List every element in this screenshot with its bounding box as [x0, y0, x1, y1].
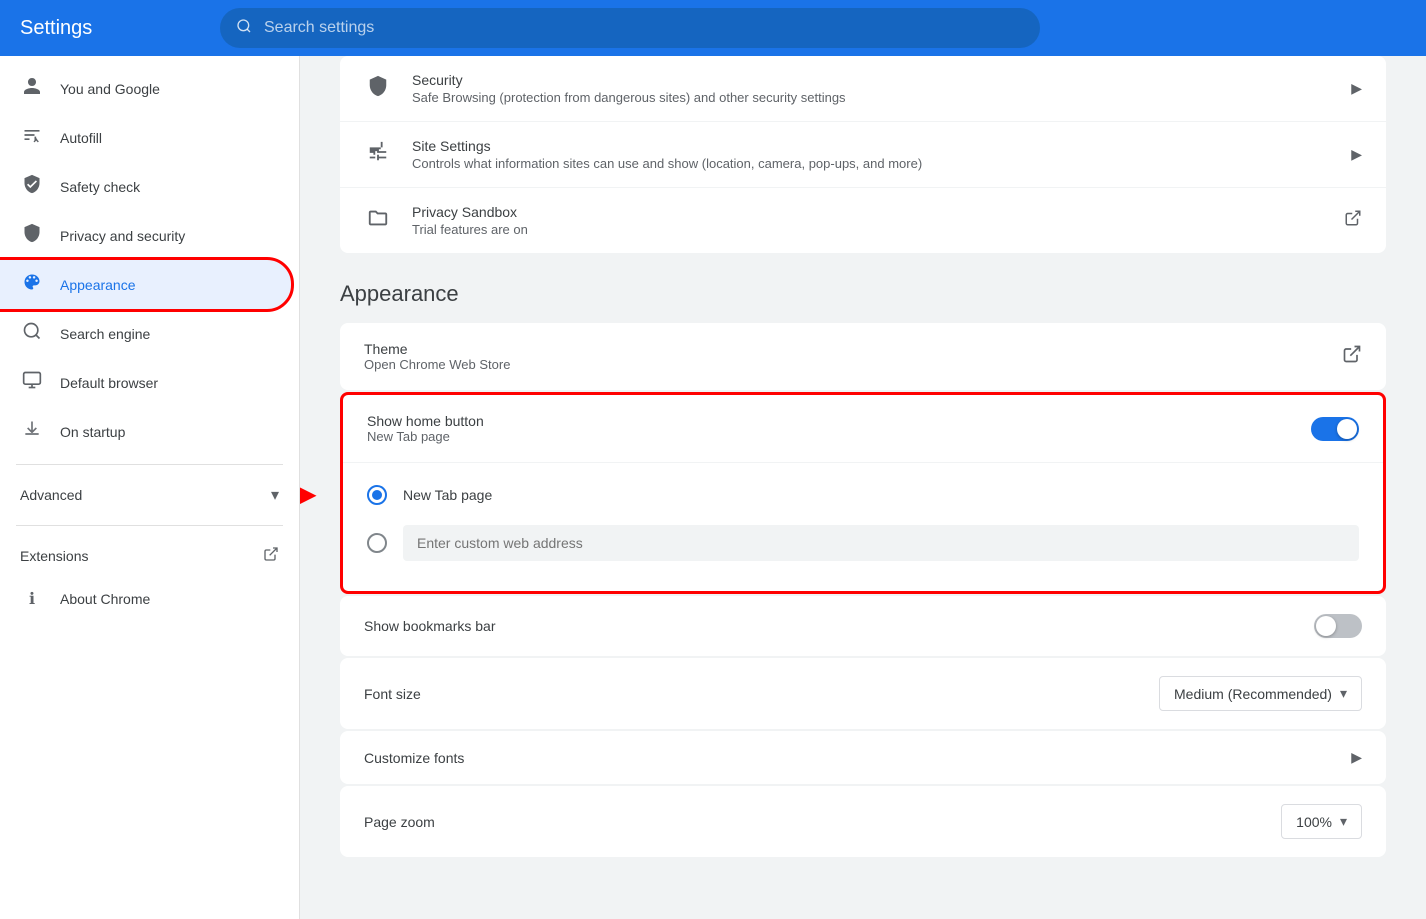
sidebar-extensions[interactable]: Extensions	[0, 534, 299, 577]
header: Settings	[0, 0, 1426, 56]
home-button-label: Show home button	[367, 413, 484, 429]
startup-icon	[20, 419, 44, 444]
search-input[interactable]	[264, 19, 1024, 37]
new-tab-radio[interactable]	[367, 485, 387, 505]
security-title: Security	[412, 72, 846, 88]
sidebar-item-autofill[interactable]: Autofill	[0, 113, 291, 162]
site-settings-subtitle: Controls what information sites can use …	[412, 156, 922, 171]
sidebar-label-on-startup: On startup	[60, 424, 125, 440]
bookmarks-bar-row[interactable]: Show bookmarks bar	[340, 596, 1386, 656]
custom-url-option[interactable]	[367, 515, 1359, 571]
site-settings-chevron: ▶	[1351, 146, 1362, 163]
custom-url-radio[interactable]	[367, 533, 387, 553]
customize-fonts-card: Customize fonts ▶	[340, 731, 1386, 784]
font-size-value: Medium (Recommended)	[1174, 686, 1332, 702]
sidebar-label-about-chrome: About Chrome	[60, 591, 150, 607]
bookmarks-bar-card: Show bookmarks bar	[340, 596, 1386, 656]
font-size-dropdown[interactable]: Medium (Recommended) ▾	[1159, 676, 1362, 711]
font-size-label: Font size	[364, 686, 421, 702]
sidebar-extensions-label: Extensions	[20, 548, 88, 564]
theme-card: Theme Open Chrome Web Store	[340, 323, 1386, 390]
search-engine-icon	[20, 321, 44, 346]
chevron-down-icon: ▾	[271, 485, 279, 505]
font-size-row[interactable]: Font size Medium (Recommended) ▾	[340, 658, 1386, 729]
page-zoom-dropdown[interactable]: 100% ▾	[1281, 804, 1362, 839]
about-chrome-icon: ℹ	[20, 589, 44, 609]
home-button-card: Show home button New Tab page New Tab pa…	[340, 392, 1386, 594]
bookmarks-bar-toggle[interactable]	[1314, 614, 1362, 638]
arrow-right-indicator: ▶	[300, 474, 317, 512]
bookmarks-bar-label: Show bookmarks bar	[364, 618, 496, 634]
sidebar-label-search-engine: Search engine	[60, 326, 150, 342]
sidebar-divider-2	[16, 525, 283, 526]
theme-row[interactable]: Theme Open Chrome Web Store	[340, 323, 1386, 390]
sidebar-item-you-and-google[interactable]: You and Google	[0, 64, 291, 113]
theme-label: Theme	[364, 341, 510, 357]
new-tab-option[interactable]: New Tab page	[367, 475, 1359, 515]
sidebar-item-privacy-and-security[interactable]: Privacy and security	[0, 211, 291, 260]
sidebar-label-appearance: Appearance	[60, 277, 136, 293]
site-settings-title: Site Settings	[412, 138, 922, 154]
page-zoom-row[interactable]: Page zoom 100% ▾	[340, 786, 1386, 857]
sidebar-advanced-label: Advanced	[20, 487, 82, 503]
home-button-section: ▶ Show home button New Tab page New Tab …	[340, 392, 1386, 594]
privacy-sandbox-extlink	[1344, 209, 1362, 232]
person-icon	[20, 76, 44, 101]
privacy-sandbox-subtitle: Trial features are on	[412, 222, 528, 237]
sidebar-label-autofill: Autofill	[60, 130, 102, 146]
new-tab-label: New Tab page	[403, 487, 492, 503]
search-icon	[236, 18, 252, 39]
home-button-row: Show home button New Tab page	[343, 395, 1383, 463]
search-bar[interactable]	[220, 8, 1040, 48]
appearance-icon	[20, 272, 44, 297]
custom-url-input[interactable]	[403, 525, 1359, 561]
sidebar-label-privacy: Privacy and security	[60, 228, 185, 244]
theme-sublabel: Open Chrome Web Store	[364, 357, 510, 372]
external-link-icon	[263, 546, 279, 565]
main-content: Security Safe Browsing (protection from …	[300, 56, 1426, 919]
security-row[interactable]: Security Safe Browsing (protection from …	[340, 56, 1386, 122]
sidebar-item-on-startup[interactable]: On startup	[0, 407, 291, 456]
sidebar: You and Google Autofill Safety check Pri…	[0, 56, 300, 919]
layout: You and Google Autofill Safety check Pri…	[0, 56, 1426, 919]
sidebar-item-search-engine[interactable]: Search engine	[0, 309, 291, 358]
sidebar-advanced[interactable]: Advanced ▾	[0, 473, 299, 517]
customize-fonts-row[interactable]: Customize fonts ▶	[340, 731, 1386, 784]
settings-title: Settings	[20, 17, 180, 40]
site-settings-icon	[364, 141, 392, 169]
privacy-icon	[20, 223, 44, 248]
autofill-icon	[20, 125, 44, 150]
font-size-card: Font size Medium (Recommended) ▾	[340, 658, 1386, 729]
page-zoom-card: Page zoom 100% ▾	[340, 786, 1386, 857]
sidebar-label-default-browser: Default browser	[60, 375, 158, 391]
safety-check-icon	[20, 174, 44, 199]
customize-fonts-chevron: ▶	[1351, 749, 1362, 766]
sidebar-item-about-chrome[interactable]: ℹ About Chrome	[0, 577, 291, 621]
home-button-toggle[interactable]	[1311, 417, 1359, 441]
customize-fonts-label: Customize fonts	[364, 750, 464, 766]
sidebar-label-safety-check: Safety check	[60, 179, 140, 195]
security-subtitle: Safe Browsing (protection from dangerous…	[412, 90, 846, 105]
font-size-chevron: ▾	[1340, 685, 1347, 702]
default-browser-icon	[20, 370, 44, 395]
sidebar-item-default-browser[interactable]: Default browser	[0, 358, 291, 407]
appearance-section-header: Appearance	[340, 281, 1386, 307]
home-button-options: New Tab page	[343, 463, 1383, 591]
site-settings-row[interactable]: Site Settings Controls what information …	[340, 122, 1386, 188]
sidebar-label-you-and-google: You and Google	[60, 81, 160, 97]
sidebar-item-safety-check[interactable]: Safety check	[0, 162, 291, 211]
security-icon	[364, 75, 392, 103]
security-chevron: ▶	[1351, 80, 1362, 97]
privacy-sandbox-icon	[364, 207, 392, 235]
page-zoom-chevron: ▾	[1340, 813, 1347, 830]
home-button-sublabel: New Tab page	[367, 429, 484, 444]
privacy-cards: Security Safe Browsing (protection from …	[340, 56, 1386, 253]
sidebar-divider	[16, 464, 283, 465]
sidebar-item-appearance[interactable]: Appearance ◀	[0, 260, 291, 309]
page-zoom-value: 100%	[1296, 814, 1332, 830]
theme-extlink-icon	[1342, 344, 1362, 369]
page-zoom-label: Page zoom	[364, 814, 435, 830]
privacy-sandbox-row[interactable]: Privacy Sandbox Trial features are on	[340, 188, 1386, 253]
privacy-sandbox-title: Privacy Sandbox	[412, 204, 528, 220]
